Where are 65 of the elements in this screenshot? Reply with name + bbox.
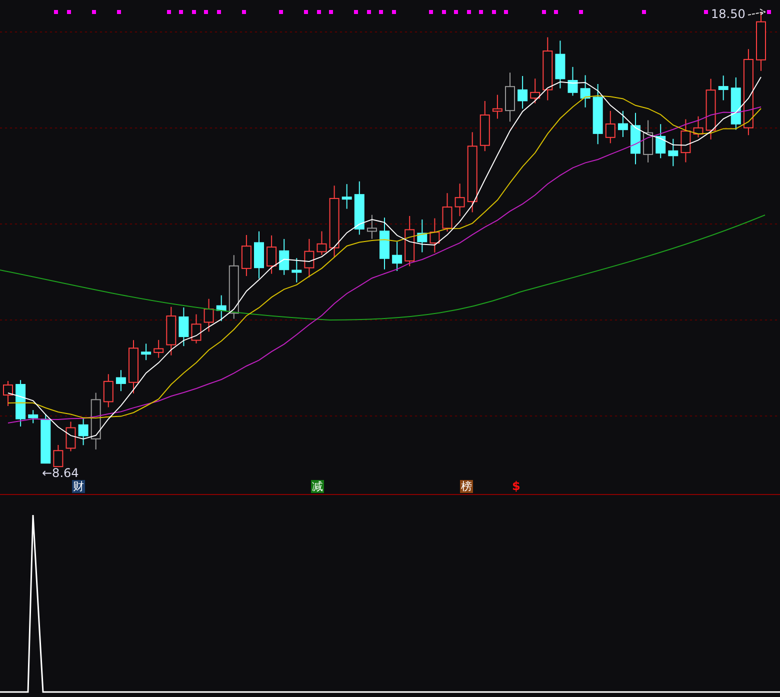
candlestick (555, 40, 566, 89)
candlestick (116, 370, 126, 392)
candlestick (392, 241, 402, 272)
candlestick (656, 124, 666, 159)
candlestick (178, 306, 189, 347)
candlestick (718, 75, 728, 101)
candlestick (618, 110, 628, 138)
candlestick (103, 374, 114, 408)
candlestick (304, 238, 314, 278)
candlestick (568, 66, 578, 96)
candlestick (380, 217, 390, 270)
candlestick (580, 74, 590, 108)
candlestick (16, 380, 26, 427)
candlestick (53, 444, 64, 468)
candlestick (228, 254, 239, 320)
candlestick (90, 392, 101, 450)
candlestick (605, 110, 616, 144)
candlestick (266, 234, 277, 274)
candlestick (166, 306, 176, 356)
candlestick (216, 294, 226, 322)
candlestick (693, 116, 704, 138)
candlestick (518, 76, 528, 110)
candlestick (128, 340, 138, 394)
candlestick (366, 214, 377, 240)
candlestick (442, 192, 452, 232)
candlestick (141, 343, 152, 361)
candlestick (78, 418, 88, 446)
candlestick (154, 339, 164, 358)
candlestick (480, 100, 490, 152)
candlestick (40, 414, 51, 464)
candlestick (191, 314, 202, 344)
event-badge: 财 (72, 480, 85, 493)
candlestick (542, 36, 553, 101)
candlestick (342, 184, 352, 210)
candlestick (643, 120, 654, 163)
candlestick (756, 11, 766, 72)
candlestick (279, 238, 290, 276)
candlestick (680, 118, 691, 163)
candlestick (706, 78, 716, 140)
candlestick (430, 218, 440, 254)
dollar-sign-marker: $ (512, 480, 520, 493)
candlestick (730, 76, 741, 130)
arrow-icon (748, 8, 766, 16)
candlestick (505, 72, 515, 122)
candlestick (3, 380, 13, 406)
candlestick (354, 180, 364, 236)
event-badge: 榜 (460, 480, 473, 493)
candlestick (66, 421, 76, 452)
candlestick (530, 78, 540, 104)
candlestick (316, 230, 327, 256)
candlestick (417, 219, 428, 253)
candlestick (254, 230, 264, 280)
candlestick (630, 112, 640, 165)
high-price-label: 18.50 (711, 7, 746, 21)
low-price-label: ←8.64 (42, 466, 79, 480)
candlestick (204, 298, 214, 332)
candlestick (241, 234, 252, 277)
candlestick (592, 84, 603, 145)
candlestick (454, 183, 465, 217)
candlestick (28, 410, 38, 424)
candlestick (292, 258, 302, 283)
candlestick (492, 94, 502, 120)
event-badge: 减 (311, 480, 324, 493)
candlestick (404, 215, 415, 267)
candlestick (668, 138, 678, 167)
